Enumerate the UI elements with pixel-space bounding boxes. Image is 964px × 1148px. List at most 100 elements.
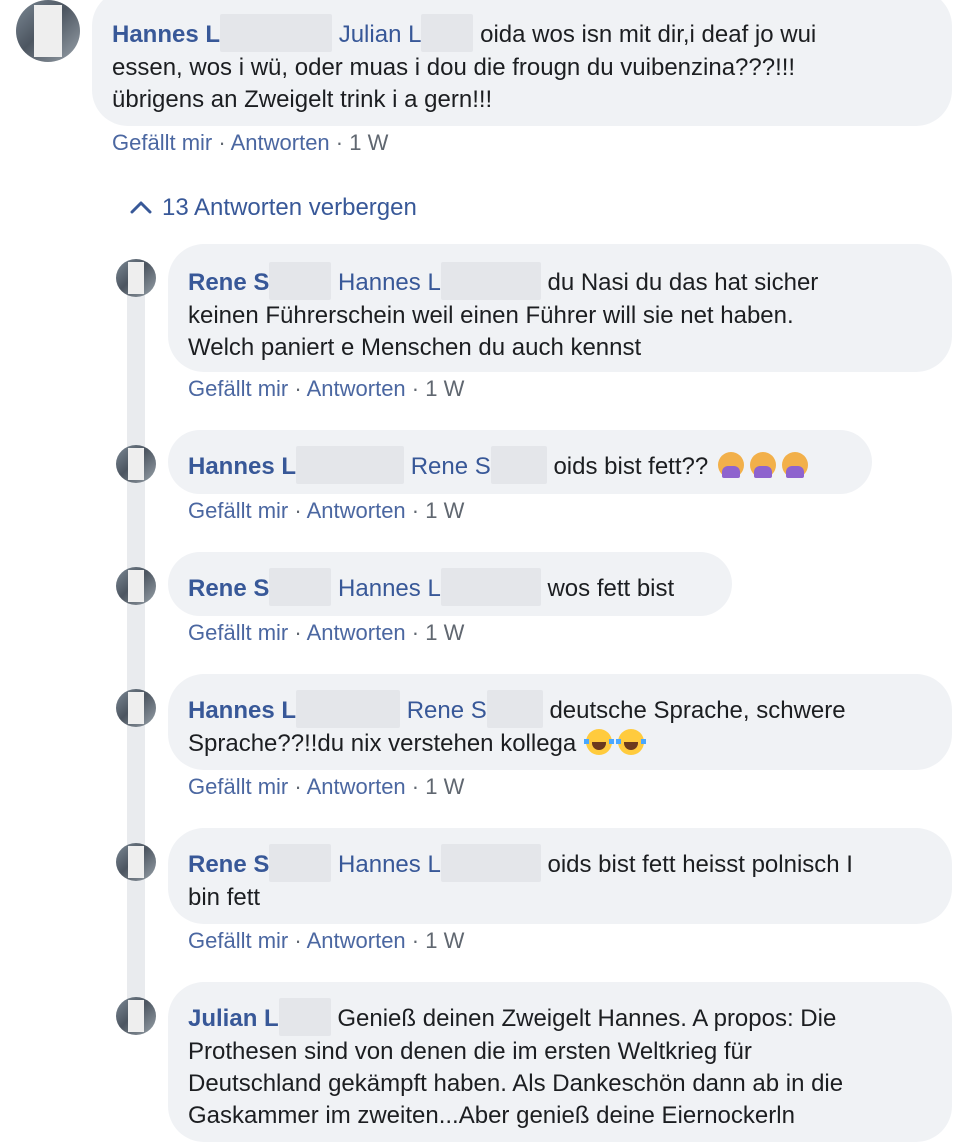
timestamp[interactable]: 1 W xyxy=(425,620,464,645)
reply-author[interactable]: Hannes L xyxy=(188,453,296,480)
avatar-redaction xyxy=(128,692,144,724)
name-redaction xyxy=(490,446,547,484)
name-redaction xyxy=(440,262,541,300)
like-link[interactable]: Gefällt mir xyxy=(188,376,288,401)
reply-actions: Gefällt mir · Antworten · 1 W xyxy=(188,498,464,524)
avatar-redaction xyxy=(128,846,144,878)
avatar[interactable] xyxy=(116,997,156,1035)
reply-text: wos fett bist xyxy=(547,575,675,602)
reply-text: bin fett xyxy=(188,884,261,911)
avatar-redaction xyxy=(33,4,63,58)
reply-text: keinen Führerschein weil einen Führer wi… xyxy=(188,302,794,329)
avatar-redaction xyxy=(128,1000,144,1032)
name-redaction xyxy=(278,998,331,1036)
reply-text: oids bist fett?? xyxy=(553,453,709,480)
reply-mention[interactable]: Hannes L xyxy=(338,269,441,296)
avatar[interactable] xyxy=(116,843,156,881)
reply-actions: Gefällt mir · Antworten · 1 W xyxy=(188,928,464,954)
like-link[interactable]: Gefällt mir xyxy=(188,774,288,799)
like-link[interactable]: Gefällt mir xyxy=(188,620,288,645)
avatar[interactable] xyxy=(16,0,80,62)
reply-mention[interactable]: Rene S xyxy=(407,697,487,724)
name-redaction xyxy=(440,844,541,882)
avatar-redaction xyxy=(128,448,144,480)
separator: · xyxy=(411,928,420,953)
name-redaction xyxy=(269,262,332,300)
name-redaction xyxy=(269,568,332,606)
avatar[interactable] xyxy=(116,567,156,605)
avatar[interactable] xyxy=(116,689,156,727)
tears-of-joy-emoji xyxy=(583,729,614,755)
reply-text: Welch paniert e Menschen du auch kennst xyxy=(188,334,642,361)
reply-link[interactable]: Antworten xyxy=(307,498,406,523)
like-link[interactable]: Gefällt mir xyxy=(188,498,288,523)
separator: · xyxy=(294,620,302,645)
reply-link[interactable]: Antworten xyxy=(307,774,406,799)
reply-author[interactable]: Julian L xyxy=(188,1005,279,1032)
like-link[interactable]: Gefällt mir xyxy=(112,130,212,155)
woman-facepalming-emoji xyxy=(717,452,744,478)
separator: · xyxy=(335,130,344,155)
reply-actions: Gefällt mir · Antworten · 1 W xyxy=(188,774,464,800)
timestamp[interactable]: 1 W xyxy=(425,928,464,953)
avatar-redaction xyxy=(128,570,144,602)
comment-text: oida wos isn mit dir,i deaf jo wui xyxy=(480,21,817,48)
woman-facepalming-emoji xyxy=(749,452,776,478)
comment-bubble: Hannes L Julian L oida wos isn mit dir,i… xyxy=(92,0,952,126)
reply-mention[interactable]: Hannes L xyxy=(338,575,441,602)
reply-actions: Gefällt mir · Antworten · 1 W xyxy=(188,376,464,402)
reply-text: Deutschland gekämpft haben. Als Dankesch… xyxy=(188,1070,844,1097)
separator: · xyxy=(294,928,302,953)
reply-link[interactable]: Antworten xyxy=(307,620,406,645)
reply-text: Genieß deinen Zweigelt Hannes. A propos:… xyxy=(337,1005,837,1032)
reply-bubble: Rene S Hannes L wos fett bist xyxy=(168,552,732,616)
name-redaction xyxy=(440,568,541,606)
comment-text: übrigens an Zweigelt trink i a gern!!! xyxy=(112,86,493,113)
chevron-up-icon xyxy=(130,201,152,214)
name-redaction xyxy=(296,446,405,484)
reply-text: Prothesen sind von denen die im ersten W… xyxy=(188,1038,752,1065)
reply-bubble: Hannes L Rene S oids bist fett?? xyxy=(168,430,872,494)
name-redaction xyxy=(296,690,401,728)
comment-text: essen, wos i wü, oder muas i dou die fro… xyxy=(112,54,796,81)
reply-author[interactable]: Rene S xyxy=(188,851,269,878)
reply-mention[interactable]: Hannes L xyxy=(338,851,441,878)
avatar[interactable] xyxy=(116,445,156,483)
reply-author[interactable]: Rene S xyxy=(188,269,269,296)
reply-bubble: Julian L Genieß deinen Zweigelt Hannes. … xyxy=(168,982,952,1142)
timestamp[interactable]: 1 W xyxy=(425,498,464,523)
reply-link[interactable]: Antworten xyxy=(307,376,406,401)
timestamp[interactable]: 1 W xyxy=(349,130,388,155)
separator: · xyxy=(411,620,420,645)
comment-actions: Gefällt mir · Antworten · 1 W xyxy=(112,130,388,156)
timestamp[interactable]: 1 W xyxy=(425,376,464,401)
separator: · xyxy=(294,498,302,523)
reply-text: Gaskammer im zweiten...Aber genieß deine… xyxy=(188,1102,795,1129)
like-link[interactable]: Gefällt mir xyxy=(188,928,288,953)
reply-bubble: Hannes L Rene S deutsche Sprache, schwer… xyxy=(168,674,952,770)
name-redaction xyxy=(269,844,332,882)
comment-author[interactable]: Hannes L xyxy=(112,21,220,48)
reply-author[interactable]: Rene S xyxy=(188,575,269,602)
reply-text: oids bist fett heisst polnisch I xyxy=(547,851,853,878)
name-redaction xyxy=(220,14,333,52)
reply-mention[interactable]: Rene S xyxy=(411,453,491,480)
woman-facepalming-emoji xyxy=(781,452,808,478)
reply-actions: Gefällt mir · Antworten · 1 W xyxy=(188,620,464,646)
separator: · xyxy=(294,376,302,401)
reply-text: deutsche Sprache, schwere xyxy=(549,697,846,724)
reply-link[interactable]: Antworten xyxy=(307,928,406,953)
name-redaction xyxy=(421,14,474,52)
hide-replies-label: 13 Antworten verbergen xyxy=(162,194,417,221)
hide-replies-toggle[interactable]: 13 Antworten verbergen xyxy=(130,194,417,222)
separator: · xyxy=(294,774,302,799)
reply-bubble: Rene S Hannes L du Nasi du das hat siche… xyxy=(168,244,952,372)
tears-of-joy-emoji xyxy=(615,729,646,755)
timestamp[interactable]: 1 W xyxy=(425,774,464,799)
reply-text: du Nasi du das hat sicher xyxy=(547,269,819,296)
reply-author[interactable]: Hannes L xyxy=(188,697,296,724)
avatar[interactable] xyxy=(116,259,156,297)
reply-link[interactable]: Antworten xyxy=(231,130,330,155)
comment-mention[interactable]: Julian L xyxy=(339,21,422,48)
name-redaction xyxy=(486,690,543,728)
